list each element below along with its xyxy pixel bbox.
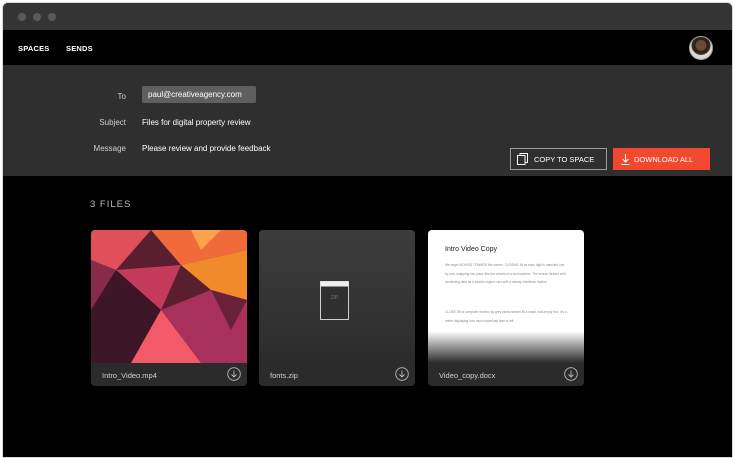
copy-icon [517, 153, 528, 165]
to-label: To [117, 92, 126, 101]
document-preview-title: Intro Video Copy [445, 246, 498, 253]
document-thumbnail: Intro Video Copy We begin MOVING TOWARD … [428, 230, 584, 363]
document-preview-paragraph: CLOSE ON a computer monitor as grey pixe… [445, 310, 567, 323]
download-all-button[interactable]: DOWNLOAD ALL [613, 148, 710, 170]
user-avatar[interactable] [689, 36, 713, 60]
file-name: Intro_Video.mp4 [102, 371, 157, 380]
top-navigation: SPACES SENDS [3, 30, 732, 65]
zip-badge: ZIP [330, 295, 339, 301]
file-card-zip[interactable]: ZIP fonts.zip [259, 230, 415, 386]
circle-download-icon[interactable] [395, 367, 409, 381]
close-window-dot[interactable] [18, 13, 26, 21]
download-icon [621, 153, 630, 165]
nav-spaces-link[interactable]: SPACES [18, 44, 50, 53]
nav-sends-link[interactable]: SENDS [66, 44, 93, 53]
document-preview-paragraph: We begin MOVING TOWARD the screen. CLOSI… [445, 263, 566, 284]
file-name: Video_copy.docx [439, 371, 496, 380]
app-window: SPACES SENDS To paul@creativeagency.com … [2, 2, 733, 458]
minimize-window-dot[interactable] [33, 13, 41, 21]
file-card-document[interactable]: Intro Video Copy We begin MOVING TOWARD … [428, 230, 584, 386]
zoom-window-dot[interactable] [48, 13, 56, 21]
file-card-video[interactable]: Intro_Video.mp4 [91, 230, 247, 386]
recipient-email-field[interactable]: paul@creativeagency.com [142, 86, 256, 103]
copy-to-space-button[interactable]: COPY TO SPACE [510, 148, 607, 170]
file-name: fonts.zip [270, 371, 298, 380]
file-footer: Intro_Video.mp4 [91, 363, 247, 386]
message-label: Message [93, 144, 126, 153]
files-count-heading: 3 FILES [90, 199, 132, 210]
message-value: Please review and provide feedback [142, 144, 271, 153]
window-titlebar [3, 3, 732, 30]
subject-value: Files for digital property review [142, 118, 251, 127]
file-footer: Video_copy.docx [428, 363, 584, 386]
file-footer: fonts.zip [259, 363, 415, 386]
circle-download-icon[interactable] [227, 367, 241, 381]
download-all-label: DOWNLOAD ALL [634, 154, 694, 164]
copy-to-space-label: COPY TO SPACE [534, 154, 595, 164]
video-thumbnail [91, 230, 247, 363]
circle-download-icon[interactable] [564, 367, 578, 381]
send-details-panel: To paul@creativeagency.com Subject Files… [3, 65, 732, 176]
document-fade [428, 331, 584, 363]
zip-thumbnail: ZIP [259, 230, 415, 363]
subject-label: Subject [99, 118, 126, 127]
